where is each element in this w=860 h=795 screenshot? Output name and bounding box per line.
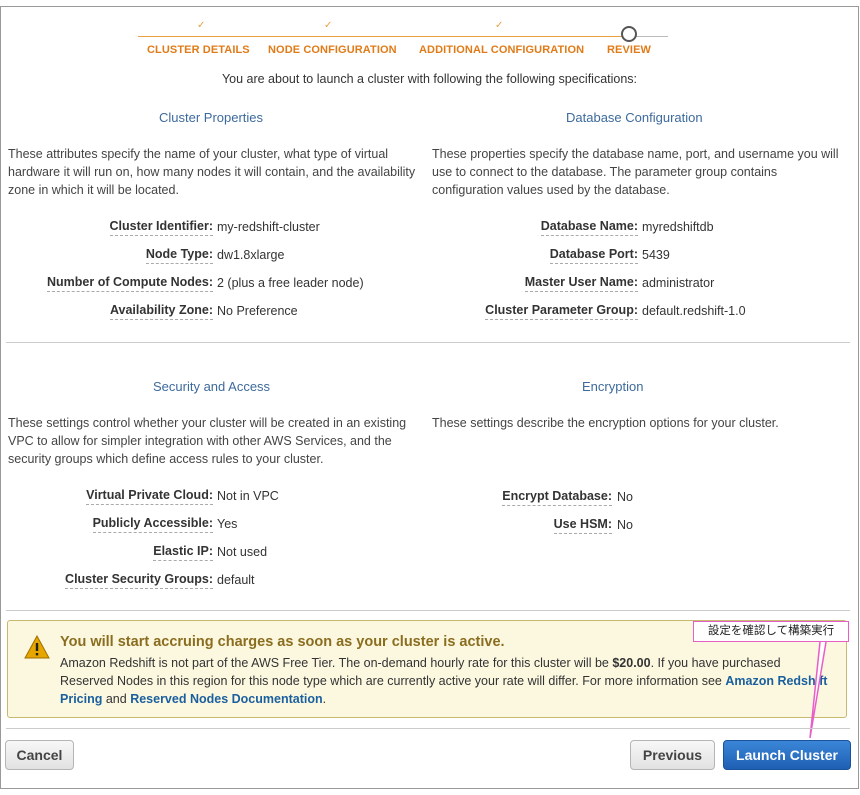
node-type-label: Node Type: (145, 246, 213, 264)
vpc-row: Virtual Private Cloud: (0, 487, 213, 507)
use-hsm-label: Use HSM: (553, 516, 612, 534)
wizard-progress: ✓ ✓ ✓ CLUSTER DETAILS NODE CONFIGURATION… (134, 14, 674, 64)
cancel-button[interactable]: Cancel (5, 740, 74, 770)
wizard-step-node-configuration[interactable]: NODE CONFIGURATION (268, 44, 397, 56)
database-name-label: Database Name: (540, 218, 638, 236)
launch-cluster-button[interactable]: Launch Cluster (723, 740, 851, 770)
database-configuration-description: These properties specify the database na… (432, 147, 839, 197)
wizard-step-cluster-details[interactable]: CLUSTER DETAILS (147, 44, 250, 56)
compute-nodes-label: Number of Compute Nodes: (47, 274, 213, 292)
database-port-label: Database Port: (549, 246, 638, 264)
warning-icon (24, 635, 50, 659)
encryption-title: Encryption (582, 379, 644, 394)
elastic-ip-label: Elastic IP: (153, 543, 213, 561)
cluster-identifier-label: Cluster Identifier: (109, 218, 213, 236)
parameter-group-row: Cluster Parameter Group: (430, 302, 638, 322)
compute-nodes-row: Number of Compute Nodes: (0, 274, 213, 294)
previous-button[interactable]: Previous (630, 740, 715, 770)
encryption-description: These settings describe the encryption o… (432, 416, 779, 430)
security-access-description: These settings control whether your clus… (8, 416, 407, 466)
review-intro-text: You are about to launch a cluster with f… (221, 72, 638, 86)
encrypt-database-row: Encrypt Database: (430, 488, 612, 508)
section-divider (6, 610, 850, 611)
security-access-title: Security and Access (153, 379, 271, 394)
database-name-row: Database Name: (430, 218, 638, 238)
availability-zone-row: Availability Zone: (0, 302, 213, 322)
step-complete-check-icon: ✓ (495, 20, 504, 31)
encrypt-database-label: Encrypt Database: (502, 488, 612, 506)
database-configuration-title: Database Configuration (566, 110, 703, 125)
publicly-accessible-label: Publicly Accessible: (92, 515, 213, 533)
vpc-label: Virtual Private Cloud: (86, 487, 213, 505)
step-complete-check-icon: ✓ (197, 20, 206, 31)
cluster-identifier-row: Cluster Identifier: (0, 218, 213, 238)
database-port-row: Database Port: (430, 246, 638, 266)
master-user-name-row: Master User Name: (430, 274, 638, 294)
wizard-step-additional-configuration[interactable]: ADDITIONAL CONFIGURATION (419, 44, 584, 56)
annotation-callout: 設定を確認して構築実行 (693, 621, 849, 642)
cluster-properties-title: Cluster Properties (159, 110, 264, 125)
wizard-step-review: REVIEW (607, 44, 651, 56)
hourly-rate: $20.00 (612, 656, 651, 670)
security-groups-row: Cluster Security Groups: (0, 571, 213, 591)
master-user-name-label: Master User Name: (524, 274, 638, 292)
warning-title: You will start accruing charges as soon … (60, 634, 505, 650)
availability-zone-label: Availability Zone: (109, 302, 213, 320)
reserved-nodes-doc-link[interactable]: Reserved Nodes Documentation (130, 692, 322, 706)
elastic-ip-row: Elastic IP: (0, 543, 213, 563)
warning-text: Amazon Redshift is not part of the AWS F… (60, 656, 828, 706)
publicly-accessible-row: Publicly Accessible: (0, 515, 213, 535)
wizard-progress-line (138, 36, 668, 37)
use-hsm-row: Use HSM: (430, 516, 612, 536)
footer-divider (6, 728, 850, 729)
parameter-group-label: Cluster Parameter Group: (485, 302, 638, 320)
cluster-properties-description: These attributes specify the name of you… (8, 147, 416, 197)
step-complete-check-icon: ✓ (324, 20, 333, 31)
current-step-circle-icon (621, 26, 637, 42)
node-type-row: Node Type: (0, 246, 213, 266)
security-groups-label: Cluster Security Groups: (65, 571, 213, 589)
section-divider (6, 342, 850, 343)
